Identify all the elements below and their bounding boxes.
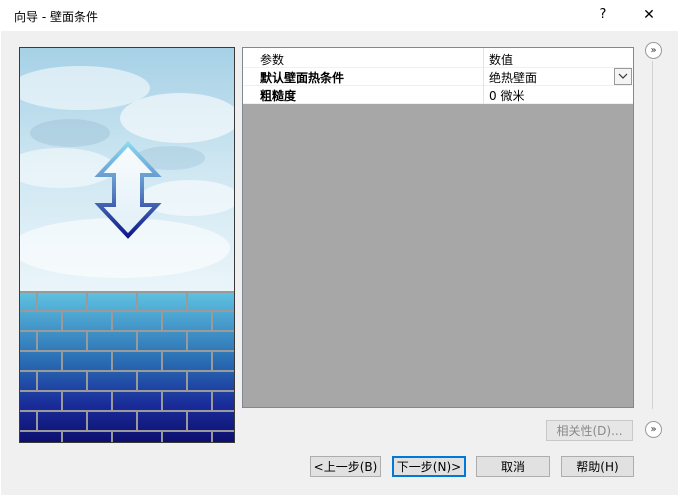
- param-value[interactable]: 0 微米: [489, 87, 524, 104]
- param-name: 默认壁面热条件: [260, 71, 345, 85]
- help-button[interactable]: 帮助(H): [561, 456, 634, 477]
- title-bar: 向导 - 壁面条件 ? ✕: [0, 0, 679, 31]
- close-button[interactable]: ✕: [634, 4, 664, 26]
- expand-panel-top-icon[interactable]: »: [645, 42, 662, 59]
- param-name: 粗糙度: [260, 89, 297, 103]
- relevance-button[interactable]: 相关性(D)...: [546, 420, 633, 441]
- window-title: 向导 - 壁面条件: [14, 10, 98, 24]
- column-divider[interactable]: [483, 48, 484, 104]
- wizard-client-area: 参数 数值 默认壁面热条件 绝热壁面 粗糙度 0 微米 » » 相关性(D)..…: [1, 31, 678, 495]
- parameter-grid: 参数 数值 默认壁面热条件 绝热壁面 粗糙度 0 微米: [242, 47, 634, 408]
- expand-panel-bottom-icon[interactable]: »: [645, 421, 662, 438]
- side-divider: [652, 61, 653, 409]
- cancel-button[interactable]: 取消: [476, 456, 550, 477]
- header-value: 数值: [489, 53, 514, 67]
- parameter-rows: 参数 数值 默认壁面热条件 绝热壁面 粗糙度 0 微米: [243, 48, 633, 104]
- next-button[interactable]: 下一步(N)>: [392, 456, 466, 477]
- header-parameter: 参数: [260, 53, 285, 67]
- grid-row-wall-thermal[interactable]: 默认壁面热条件 绝热壁面: [243, 67, 633, 86]
- param-value[interactable]: 绝热壁面: [489, 69, 537, 86]
- previous-button[interactable]: <上一步(B): [310, 456, 381, 477]
- wall-condition-illustration: [19, 47, 235, 443]
- grid-row-roughness[interactable]: 粗糙度 0 微米: [243, 85, 633, 104]
- grid-header-row: 参数 数值: [243, 49, 633, 68]
- chevron-down-icon[interactable]: [614, 68, 632, 85]
- help-title-button[interactable]: ?: [590, 4, 616, 26]
